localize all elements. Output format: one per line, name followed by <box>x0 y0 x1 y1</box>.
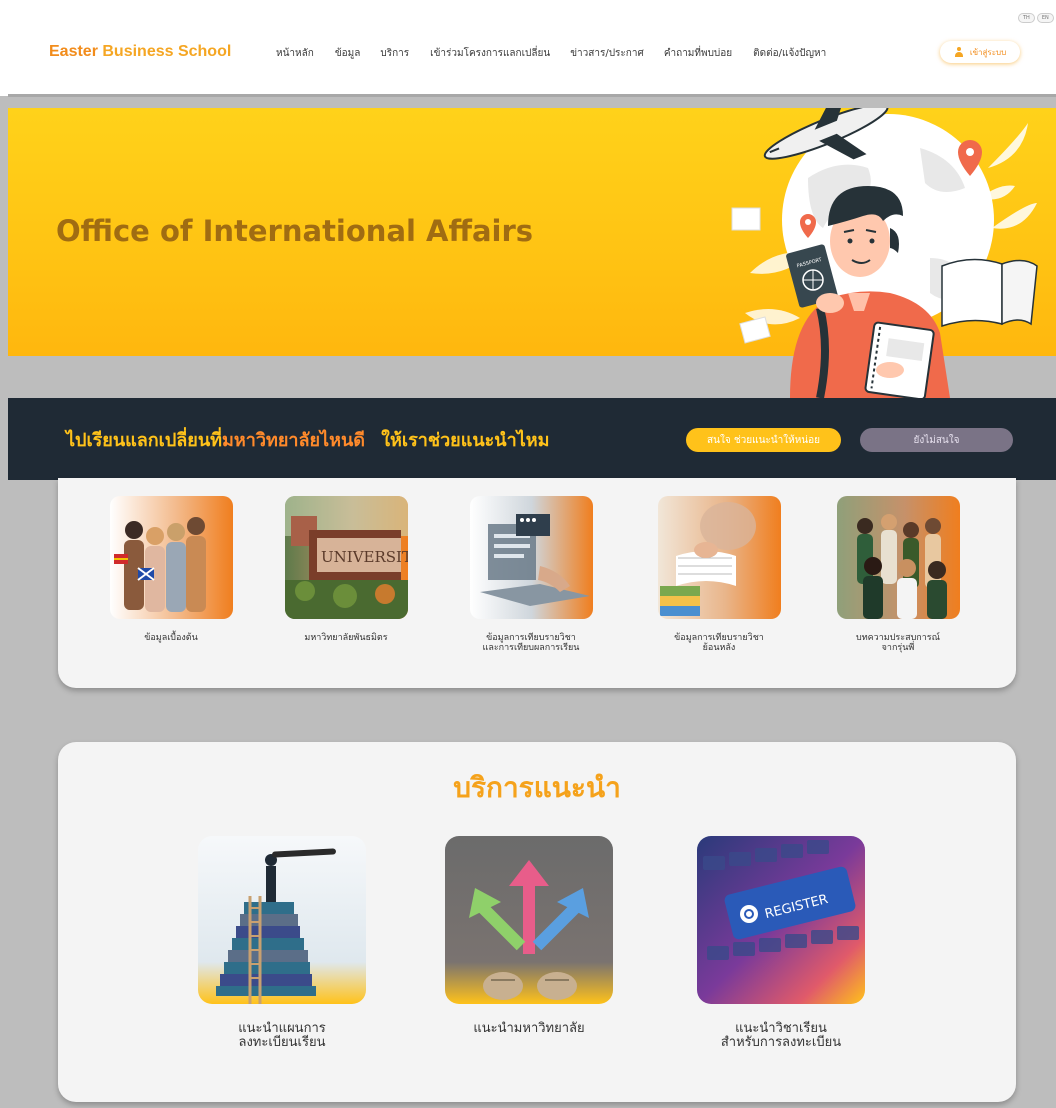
header-divider <box>8 94 1056 97</box>
interested-button[interactable]: สนใจ ช่วยแนะนำให้หน่อย <box>686 428 841 452</box>
info-label-basic: ข้อมูลเบื้องต้น <box>144 633 198 643</box>
telescope-books-photo-icon <box>198 836 366 1004</box>
user-icon <box>954 47 964 57</box>
nav-info[interactable]: ข้อมูล <box>335 46 361 61</box>
band-text-part3: ให้เราช่วยแนะนำไหม <box>381 430 550 451</box>
info-label-senior-experiences: บทความประสบการณ์ จากรุ่นพี่ <box>856 633 940 653</box>
service-label-registration-plan: แนะนำแผนการ ลงทะเบียนเรียน <box>238 1021 326 1050</box>
logo[interactable]: Easter Business School <box>49 43 231 61</box>
nav-faq[interactable]: คำถามที่พบบ่อย <box>664 46 732 61</box>
nav-services[interactable]: บริการ <box>380 46 409 61</box>
login-label: เข้าสู่ระบบ <box>969 47 1007 57</box>
login-button[interactable]: เข้าสู่ระบบ <box>940 41 1020 63</box>
traveler-illustration: PASSPORT <box>731 108 1038 398</box>
info-item-past-course-transfer[interactable]: ข้อมูลการเทียบรายวิชา ย้อนหลัง <box>639 496 799 653</box>
info-item-course-transfer[interactable]: ข้อมูลการเทียบรายวิชา และการเทียบผลการเร… <box>451 496 611 653</box>
nav-contact[interactable]: ติดต่อ/แจ้งปัญหา <box>753 46 826 61</box>
university-sign-photo-icon: UNIVERSITY <box>284 496 408 619</box>
service-course-registration[interactable]: REGISTER แนะนำวิชาเรียน สำหรับการลงทะเบี… <box>696 836 866 1050</box>
university-sign-text: UNIVERSITY <box>321 548 408 566</box>
not-interested-button[interactable]: ยังไม่สนใจ <box>860 428 1013 452</box>
info-item-basic[interactable]: ข้อมูลเบื้องต้น <box>91 496 251 643</box>
studying-books-photo-icon <box>657 496 781 619</box>
info-label-past-course-transfer: ข้อมูลการเทียบรายวิชา ย้อนหลัง <box>674 633 764 653</box>
band-text-part1: ไปเรียนแลกเปลี่ยนที่ <box>66 430 223 451</box>
nav-exchange[interactable]: เข้าร่วมโครงการแลกเปลี่ยน <box>430 46 550 61</box>
main-nav: หน้าหลัก ข้อมูล บริการ เข้าร่วมโครงการแล… <box>276 46 826 61</box>
lang-en[interactable]: EN <box>1036 13 1054 23</box>
language-switch: TH EN <box>1018 13 1054 23</box>
logo-part2: Business School <box>102 43 232 60</box>
info-item-senior-experiences[interactable]: บทความประสบการณ์ จากรุ่นพี่ <box>818 496 978 653</box>
band-text-part2: มหาวิทยาลัยไหนดี <box>222 430 365 451</box>
recommendation-band: ไปเรียนแลกเปลี่ยนที่มหาวิทยาลัยไหนดี ให้… <box>8 398 1056 480</box>
chalk-arrows-photo-icon <box>445 836 613 1004</box>
nav-news[interactable]: ข่าวสาร/ประกาศ <box>570 46 644 61</box>
lang-th[interactable]: TH <box>1018 13 1035 23</box>
top-header: Easter Business School หน้าหลัก ข้อมูล บ… <box>0 0 1056 96</box>
logo-part1: Easter <box>49 43 98 60</box>
register-keyboard-photo-icon: REGISTER <box>697 836 865 1004</box>
services-title: บริการแนะนำ <box>453 771 621 804</box>
info-label-partner-universities: มหาวิทยาลัยพันธมิตร <box>304 633 388 643</box>
info-label-course-transfer: ข้อมูลการเทียบรายวิชา และการเทียบผลการเร… <box>482 633 580 653</box>
info-item-partner-universities[interactable]: UNIVERSITY มหาวิทยาลัยพันธมิตร <box>266 496 426 643</box>
laptop-documents-photo-icon <box>469 496 593 619</box>
band-question: ไปเรียนแลกเปลี่ยนที่มหาวิทยาลัยไหนดี ให้… <box>66 425 550 454</box>
hero-title: Office of International Affairs <box>56 214 534 248</box>
info-card: ข้อมูลเบื้องต้น UNIVERSITY มหาวิทยาลัยพั… <box>58 478 1016 688</box>
service-registration-plan[interactable]: แนะนำแผนการ ลงทะเบียนเรียน <box>197 836 367 1050</box>
group-students-photo-icon <box>836 496 960 619</box>
services-card: บริการแนะนำ แนะนำแผนการ ลงทะเบียนเรียน แ… <box>58 742 1016 1102</box>
service-label-university: แนะนำมหาวิทยาลัย <box>473 1021 585 1036</box>
service-label-course-registration: แนะนำวิชาเรียน สำหรับการลงทะเบียน <box>720 1021 842 1050</box>
students-photo-icon <box>109 496 233 619</box>
service-university[interactable]: แนะนำมหาวิทยาลัย <box>444 836 614 1036</box>
nav-home[interactable]: หน้าหลัก <box>276 46 314 61</box>
